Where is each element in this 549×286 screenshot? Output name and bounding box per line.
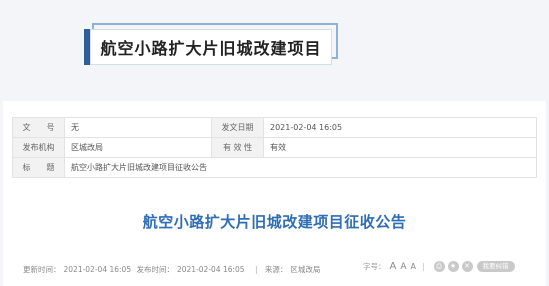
page-title: 航空小路扩大片旧城改建项目 [90, 29, 332, 65]
font-small-button[interactable]: A [411, 262, 416, 271]
published-label: 发布时间： [136, 265, 174, 274]
header-title-block: 航空小路扩大片旧城改建项目 [84, 23, 338, 65]
doc-no-label: 文 号 [12, 117, 65, 138]
updated-value: 2021-02-04 16:05 [63, 265, 132, 274]
subject-value: 航空小路扩大片旧城改建项目征收公告 [64, 157, 537, 178]
published-value: 2021-02-04 16:05 [176, 265, 245, 274]
updated-label: 更新时间： [23, 265, 61, 274]
document-info-table: 文 号 无 发文日期 2021-02-04 16:05 发布机构 区城改局 有 … [12, 117, 537, 178]
error-report-button[interactable]: 我要纠错 [476, 261, 515, 272]
article-title: 航空小路扩大片旧城改建项目征收公告 [142, 213, 407, 231]
source-value: 区城改局 [290, 265, 321, 274]
font-size-label: 字号： [363, 262, 386, 271]
table-row: 标 题 航空小路扩大片旧城改建项目征收公告 [12, 157, 537, 178]
issue-date-label: 发文日期 [211, 117, 264, 138]
issuer-label: 发布机构 [12, 137, 65, 158]
table-row: 文 号 无 发文日期 2021-02-04 16:05 [12, 117, 537, 138]
font-large-button[interactable]: A [390, 261, 397, 272]
favorite-icon[interactable]: ★ [447, 261, 459, 272]
issuer-value: 区城改局 [64, 137, 212, 158]
doc-no-value: 无 [64, 117, 212, 138]
subject-label: 标 题 [12, 157, 65, 178]
tools-divider: | [422, 262, 425, 271]
meta-divider: | [254, 265, 258, 274]
close-icon[interactable]: ✕ [461, 261, 473, 272]
print-icon[interactable]: ⎙ [433, 261, 445, 272]
source-label: 来源： [264, 265, 288, 274]
issue-date-value: 2021-02-04 16:05 [263, 117, 537, 138]
article-meta: 更新时间： 2021-02-04 16:05 发布时间： 2021-02-04 16… [23, 264, 323, 275]
font-medium-button[interactable]: A [400, 262, 406, 272]
article-tools: 字号： A A A | ⎙ ★ ✕ 我要纠错 [363, 261, 515, 272]
validity-label: 有 效 性 [211, 137, 264, 158]
content-panel: 文 号 无 发文日期 2021-02-04 16:05 发布机构 区城改局 有 … [3, 101, 546, 286]
table-row: 发布机构 区城改局 有 效 性 有效 [12, 137, 537, 158]
validity-value: 有效 [263, 137, 537, 158]
